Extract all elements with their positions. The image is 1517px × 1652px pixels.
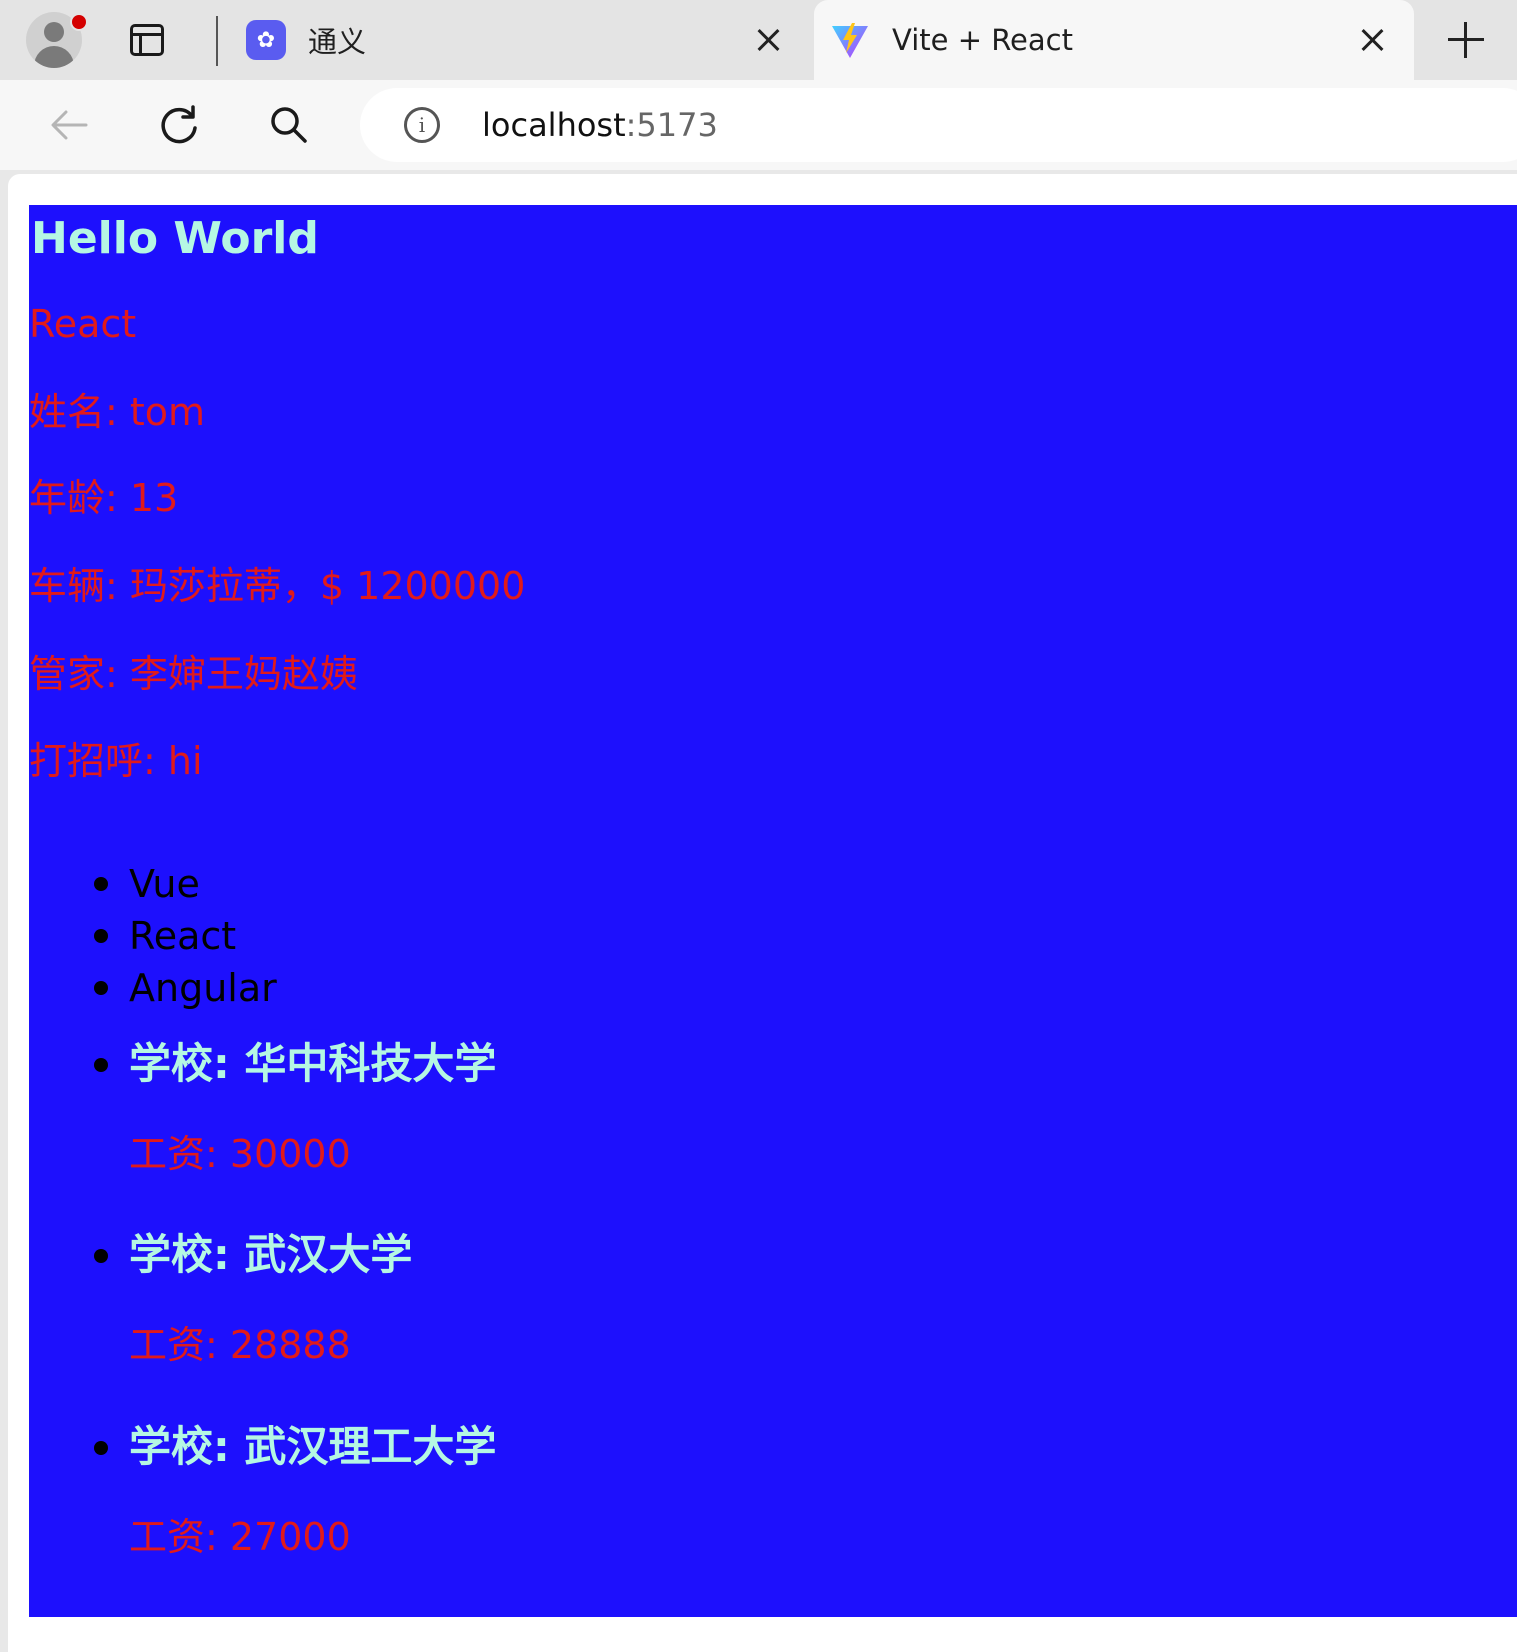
browser-toolbar: i localhost:5173 [0, 80, 1517, 170]
bullet-icon [94, 877, 108, 891]
salary-text: 工资: 30000 [129, 1132, 351, 1176]
car-text: 车辆: 玛莎拉蒂，$ 1200000 [29, 564, 526, 608]
bullet-icon [94, 929, 108, 943]
subtitle-text: React [29, 302, 137, 346]
notification-dot [70, 13, 88, 31]
page-viewport: Hello World React 姓名: tom 年龄: 13 车辆: 玛莎拉… [8, 174, 1517, 1652]
tab-vite-react[interactable]: Vite + React [814, 0, 1414, 80]
reload-icon[interactable] [156, 102, 202, 148]
bullet-icon [94, 1058, 108, 1072]
url-host: localhost [482, 106, 626, 144]
tab-title: Vite + React [892, 23, 1073, 57]
tab-tongyi[interactable]: ✿ 通义 [230, 0, 810, 80]
new-tab-icon[interactable] [1446, 20, 1486, 60]
tongyi-icon: ✿ [246, 20, 286, 60]
back-arrow-icon[interactable] [46, 102, 92, 148]
framework-list: Vue React Angular [29, 858, 277, 1014]
salary-text: 工资: 28888 [129, 1323, 351, 1367]
bullet-icon [94, 1249, 108, 1263]
list-item: Vue [29, 858, 277, 910]
school-name: 学校: 武汉大学 [129, 1230, 413, 1279]
close-tab-icon[interactable] [748, 20, 788, 60]
site-info-icon[interactable]: i [404, 107, 440, 143]
name-text: 姓名: tom [29, 390, 206, 434]
url-port: :5173 [625, 106, 718, 144]
close-tab-icon[interactable] [1352, 20, 1392, 60]
address-bar[interactable]: i localhost:5173 [360, 88, 1517, 162]
framework-label: Angular [129, 966, 277, 1010]
app-root: Hello World React 姓名: tom 年龄: 13 车辆: 玛莎拉… [29, 205, 1517, 1617]
sidebar-toggle-icon[interactable] [130, 24, 164, 56]
tab-separator [216, 16, 218, 66]
page-title: Hello World [31, 213, 319, 264]
age-text: 年龄: 13 [29, 476, 179, 520]
tab-title: 通义 [308, 25, 367, 59]
list-item: Angular [29, 962, 277, 1014]
framework-label: Vue [129, 862, 200, 906]
vite-icon [830, 20, 870, 60]
list-item: React [29, 910, 277, 962]
tab-strip: ✿ 通义 Vite + React [0, 0, 1517, 80]
school-name: 学校: 华中科技大学 [129, 1039, 497, 1088]
bullet-icon [94, 981, 108, 995]
salary-text: 工资: 27000 [129, 1515, 351, 1559]
bullet-icon [94, 1441, 108, 1455]
search-icon[interactable] [266, 102, 312, 148]
framework-label: React [129, 914, 237, 958]
url-text[interactable]: localhost:5173 [482, 106, 718, 144]
greet-text: 打招呼: hi [29, 739, 203, 783]
school-name: 学校: 武汉理工大学 [129, 1422, 497, 1471]
butler-text: 管家: 李婶王妈赵姨 [29, 652, 358, 696]
